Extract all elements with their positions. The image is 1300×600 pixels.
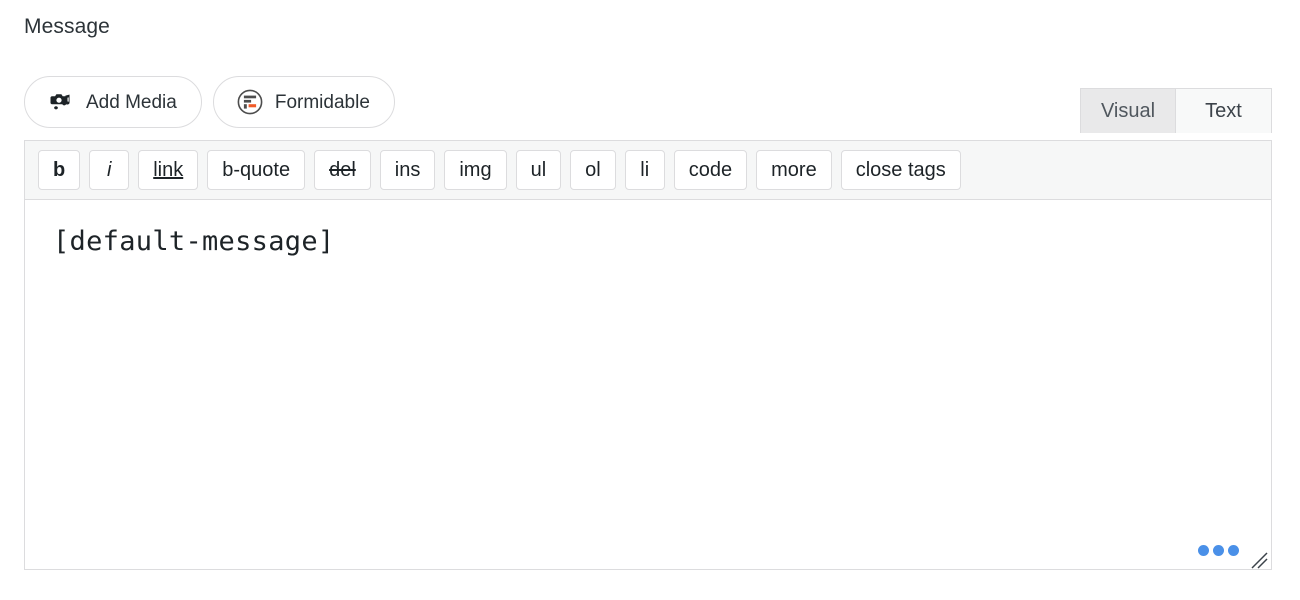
message-field-editor: Message Add Media (0, 0, 1300, 600)
quicktag-b-quote[interactable]: b-quote (207, 150, 305, 190)
resize-grip-icon[interactable] (1248, 549, 1270, 571)
quicktag-link[interactable]: link (138, 150, 198, 190)
editor-container: b i link b-quote del ins img ul ol li co… (24, 140, 1272, 570)
camera-music-icon (47, 88, 75, 116)
add-media-button[interactable]: Add Media (24, 76, 202, 128)
media-buttons-row: Add Media Formidable (24, 76, 395, 128)
formidable-logo-icon (236, 88, 264, 116)
quicktag-ins[interactable]: ins (380, 150, 436, 190)
message-textarea[interactable] (25, 200, 1271, 569)
quicktags-toolbar: b i link b-quote del ins img ul ol li co… (25, 141, 1271, 200)
quicktag-li[interactable]: li (625, 150, 665, 190)
quicktag-close-tags[interactable]: close tags (841, 150, 961, 190)
quicktag-code[interactable]: code (674, 150, 747, 190)
quicktag-img[interactable]: img (444, 150, 506, 190)
tab-visual[interactable]: Visual (1080, 88, 1176, 133)
formidable-button[interactable]: Formidable (213, 76, 395, 128)
formidable-label: Formidable (275, 93, 370, 112)
editor-mode-tabs: Visual Text (1080, 88, 1272, 133)
quicktag-i[interactable]: i (89, 150, 129, 190)
quicktag-ul[interactable]: ul (516, 150, 562, 190)
quicktag-ol[interactable]: ol (570, 150, 616, 190)
tab-text[interactable]: Text (1176, 88, 1272, 133)
quicktag-del[interactable]: del (314, 150, 371, 190)
quicktag-more[interactable]: more (756, 150, 832, 190)
add-media-label: Add Media (86, 93, 177, 112)
quicktag-b[interactable]: b (38, 150, 80, 190)
page-title: Message (24, 13, 110, 41)
editor-body (25, 200, 1271, 569)
